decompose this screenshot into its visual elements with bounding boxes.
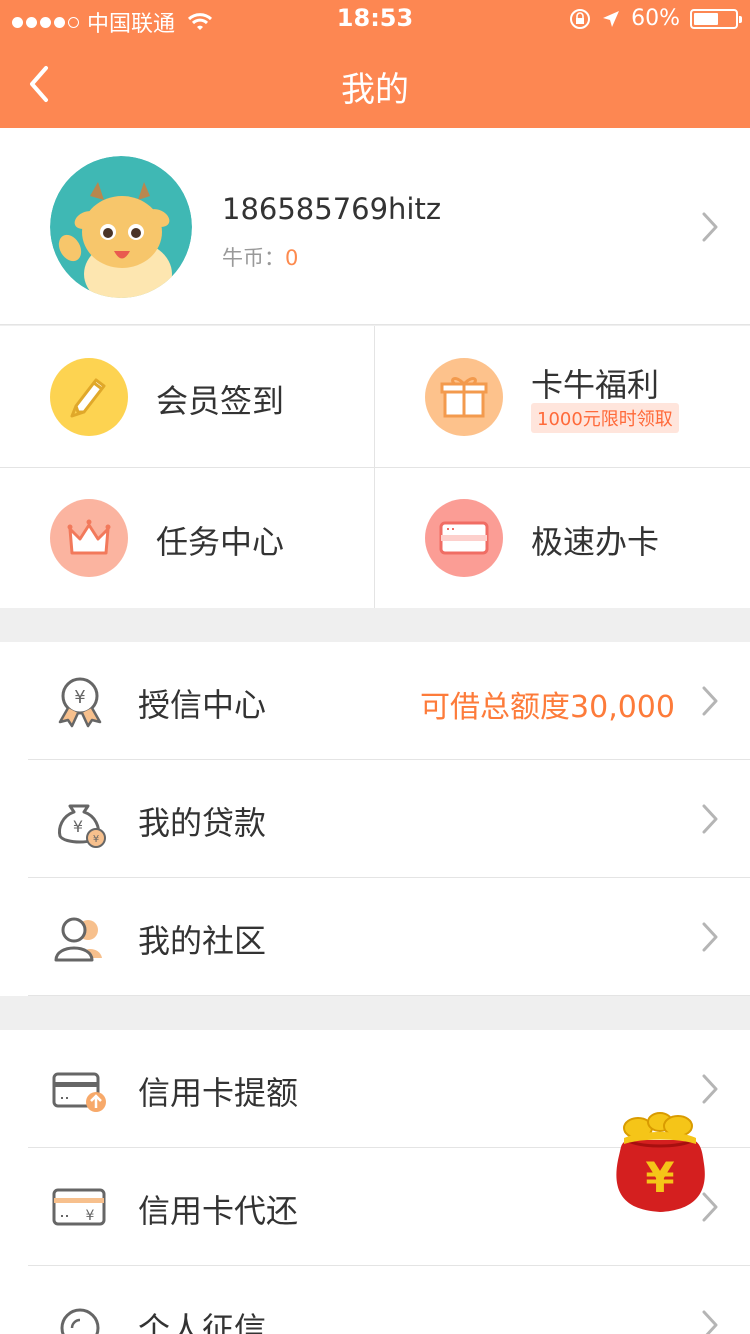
list-item-my-loans[interactable]: ¥ ¥ 我的贷款 [0, 760, 750, 878]
grid-item-member-checkin[interactable]: 会员签到 [0, 326, 375, 467]
card-icon [425, 499, 503, 577]
page-title: 我的 [341, 70, 409, 110]
card-upgrade-icon [52, 1072, 106, 1112]
chevron-right-icon [702, 922, 718, 952]
chevron-right-icon [702, 1074, 718, 1104]
orientation-lock-icon [570, 8, 591, 29]
crown-icon [50, 499, 128, 577]
profile-card[interactable]: 186585769hitz 牛币：0 [0, 128, 750, 325]
chevron-right-icon [702, 804, 718, 834]
list-item-credit-report[interactable]: 个人征信 [0, 1266, 750, 1334]
chevron-right-icon [702, 686, 718, 716]
battery-icon [690, 8, 742, 29]
promo-badge: 1000元限时领取 [531, 403, 679, 433]
avatar[interactable] [50, 156, 192, 298]
row-label: 我的贷款 [138, 804, 267, 842]
community-icon [54, 917, 102, 962]
pencil-icon [50, 358, 128, 436]
row-label: 信用卡代还 [138, 1192, 299, 1230]
svg-text:¥: ¥ [86, 1208, 95, 1224]
svg-text:¥: ¥ [74, 687, 85, 708]
status-bar: 中国联通 18:53 60% [0, 0, 750, 40]
cow-mascot-icon [50, 156, 192, 298]
quick-actions-grid: 会员签到 卡牛福利 1000元限时领取 任务中心 极速办卡 [0, 326, 750, 608]
grid-item-task-center[interactable]: 任务中心 [0, 467, 375, 608]
location-arrow-icon [603, 10, 620, 27]
username: 186585769hitz [222, 192, 442, 226]
credit-section: ¥ 授信中心 可借总额度30,000 ¥ ¥ 我的贷款 我的社区 [0, 642, 750, 996]
row-label: 我的社区 [138, 922, 267, 960]
grid-item-welfare[interactable]: 卡牛福利 1000元限时领取 [375, 326, 750, 467]
list-item-credit-center[interactable]: ¥ 授信中心 可借总额度30,000 [0, 642, 750, 760]
battery-percent: 60% [631, 6, 680, 31]
grid-item-label: 会员签到 [156, 382, 285, 420]
gift-icon [425, 358, 503, 436]
coins-label: 牛币： [222, 246, 285, 270]
medal-icon: ¥ [58, 677, 102, 728]
grid-item-fast-card[interactable]: 极速办卡 [375, 467, 750, 608]
list-item-my-community[interactable]: 我的社区 [0, 878, 750, 996]
svg-text:¥: ¥ [73, 817, 83, 836]
row-label: 授信中心 [138, 686, 267, 724]
chevron-right-icon [702, 212, 718, 242]
row-label: 信用卡提额 [138, 1074, 299, 1112]
credit-limit-text: 可借总额度30,000 [420, 690, 675, 725]
row-label: 个人征信 [138, 1310, 267, 1334]
credit-report-icon [60, 1308, 100, 1334]
grid-item-label: 卡牛福利 [531, 366, 660, 404]
red-packet-icon[interactable]: ¥ [612, 1110, 712, 1220]
coins-balance: 牛币：0 [222, 242, 298, 272]
card-repay-icon: ¥ [52, 1188, 106, 1226]
money-bag-icon: ¥ ¥ [58, 804, 106, 848]
coins-value: 0 [285, 246, 299, 270]
svg-text:¥: ¥ [645, 1153, 674, 1202]
header: 中国联通 18:53 60% 我的 [0, 0, 750, 128]
grid-item-label: 极速办卡 [531, 523, 660, 561]
svg-text:¥: ¥ [93, 834, 99, 845]
chevron-right-icon [702, 1310, 718, 1334]
grid-item-label: 任务中心 [156, 523, 285, 561]
